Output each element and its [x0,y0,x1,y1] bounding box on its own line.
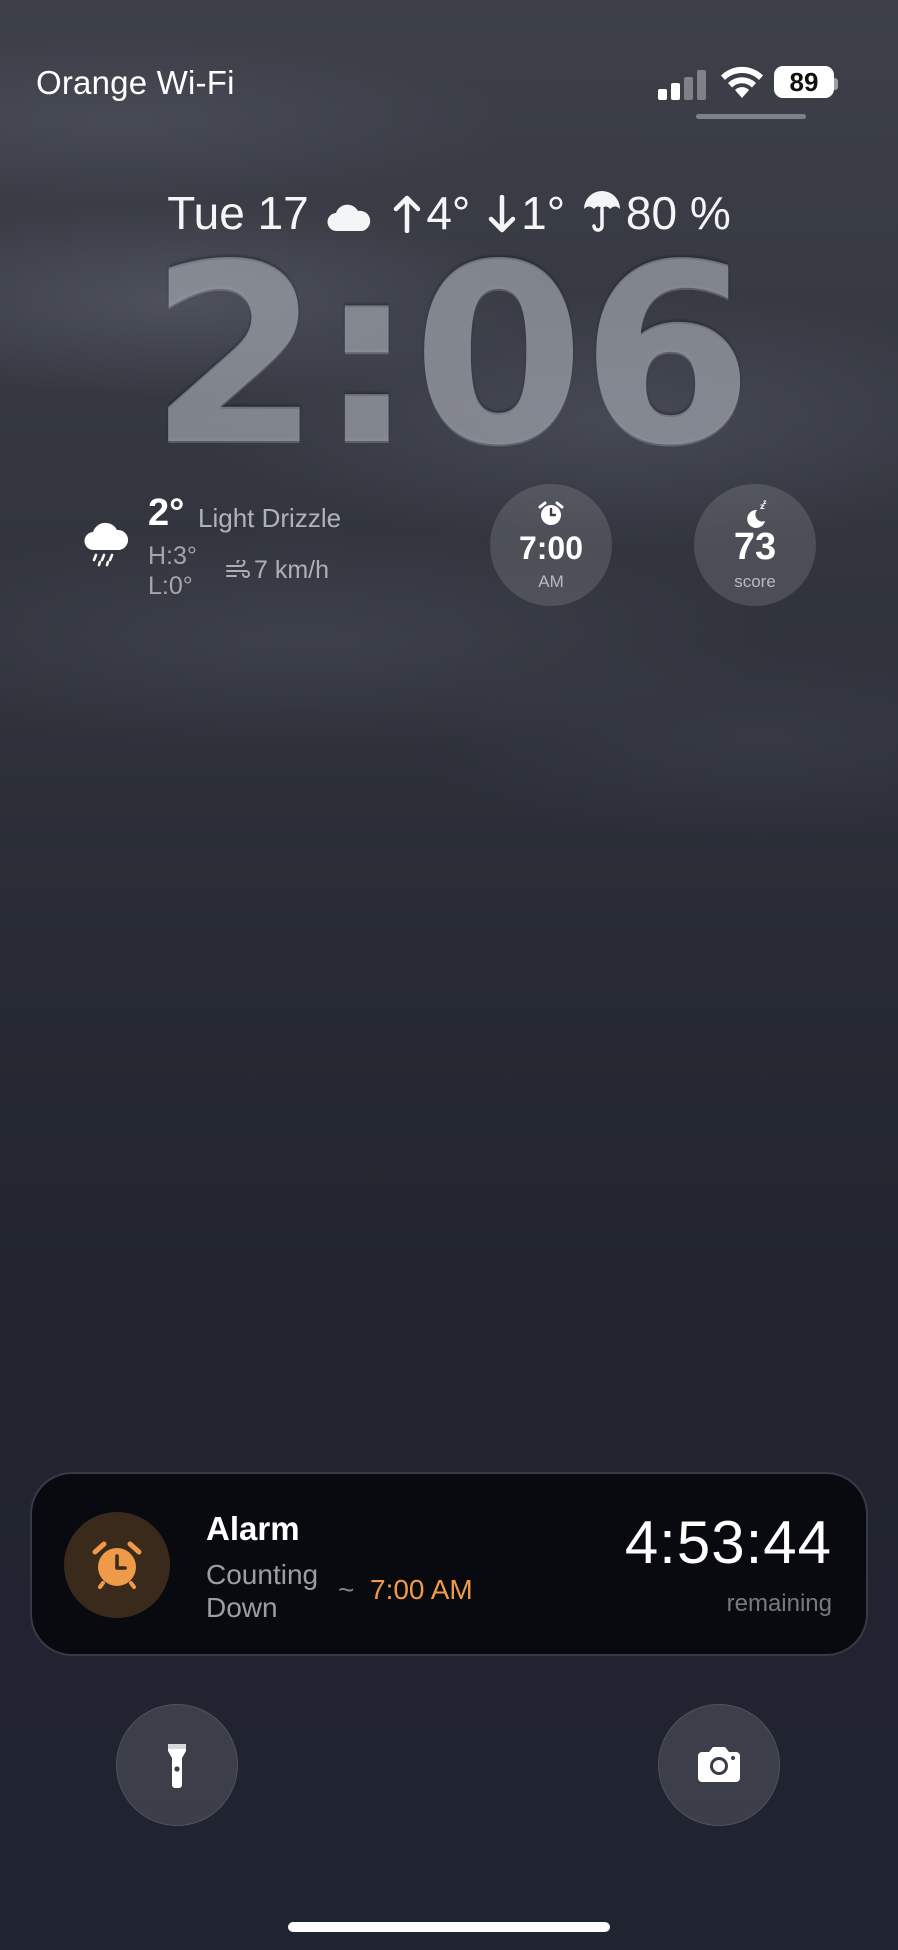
sleep-score-label: score [734,572,776,591]
alarm-widget[interactable]: 7:00 AM [490,484,612,606]
alarm-target-time: 7:00 AM [370,1574,473,1605]
wifi-icon [721,66,763,98]
battery-level: 89 [789,67,819,97]
camera-button[interactable] [658,1704,780,1826]
camera-icon [698,1747,740,1782]
control-center-grabber[interactable] [696,114,806,119]
sleep-score-value: 73 [733,526,777,568]
wind-speed: 7 km/h [254,556,330,584]
alarm-period: AM [538,572,564,591]
weather-condition: Light Drizzle [198,503,342,533]
wind-icon [226,560,250,578]
remaining-label: remaining [726,1590,832,1617]
alarm-clock-icon [92,1541,142,1589]
alarm-clock-icon [538,501,564,525]
low-temperature: L:0° [148,572,193,600]
rain-cloud-icon [84,522,129,567]
battery-icon: 89 [774,66,838,98]
svg-text:z: z [763,500,767,506]
high-temperature: H:3° [148,542,197,570]
alarm-time: 7:00 [518,530,584,566]
flashlight-button[interactable] [116,1704,238,1826]
home-indicator[interactable] [288,1922,610,1932]
sleep-score-widget[interactable]: z z 73 score [694,484,816,606]
lock-screen-clock: 2:06 [148,212,754,500]
live-activity-icon [64,1512,170,1618]
live-activity-status: Counting Down [206,1559,319,1623]
moon-zzz-icon: z z [747,500,767,528]
current-temperature: 2° [148,492,185,534]
flashlight-icon [168,1744,186,1788]
live-activity-title: Alarm [206,1510,300,1547]
carrier-label: Orange Wi-Fi [36,64,235,101]
countdown-timer: 4:53:44 [624,1509,832,1576]
cellular-signal-icon [658,70,706,100]
alarm-live-activity[interactable]: Alarm Counting Down ~ 7:00 AM 4:53:44 re… [32,1474,866,1654]
approximately-symbol: ~ [338,1574,355,1605]
